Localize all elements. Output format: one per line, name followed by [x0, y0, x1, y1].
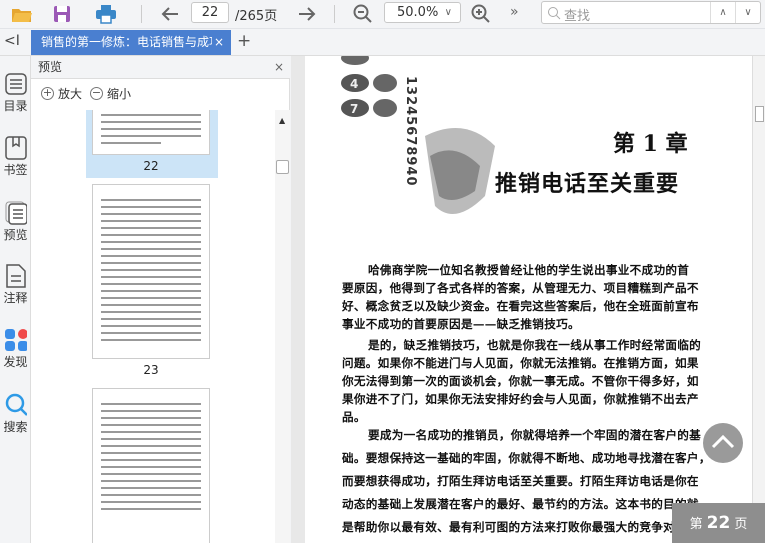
print-icon[interactable]: [94, 3, 118, 25]
rail-label: 书签: [3, 163, 28, 177]
body-line: 好、概念贫乏以及缺少资金。在看完这些答案后，他在全班面前宣布: [342, 299, 699, 313]
zoom-out-icon[interactable]: [351, 3, 375, 25]
zoom-value: 50.0%: [397, 5, 439, 20]
svg-text:13245678940: 13245678940: [403, 76, 418, 187]
page-indicator-prefix: 第: [689, 517, 703, 532]
preview-title: 预览: [38, 60, 63, 74]
svg-text:7: 7: [350, 102, 358, 116]
scrollbar-thumb[interactable]: [755, 106, 764, 122]
rail-item-annotations[interactable]: 注释: [0, 264, 31, 306]
thumbnail-label: 22: [143, 159, 159, 173]
chevron-up-icon: [711, 434, 735, 449]
scrollbar-thumb[interactable]: [276, 160, 289, 174]
list-icon: [4, 72, 27, 96]
body-line: 哈佛商学院一位知名教授曾经让他的学生说出事业不成功的首: [368, 263, 690, 277]
preview-header: 预览 ×: [31, 56, 290, 79]
rail-item-bookmarks[interactable]: 书签: [0, 136, 31, 178]
pages-icon: [5, 201, 27, 225]
search-next-button[interactable]: ∨: [735, 2, 760, 23]
preview-scrollbar[interactable]: ▲: [275, 110, 290, 543]
rail-label: 目录: [3, 99, 28, 113]
more-tools-button[interactable]: »: [510, 4, 519, 20]
search-input[interactable]: 查找 ∧ ∨: [541, 1, 761, 24]
rail-item-search[interactable]: 搜索: [0, 393, 31, 435]
body-line: 问题。如果你不能进门与人见面，你就无法推销。在推销方面，如果: [342, 356, 699, 370]
new-tab-button[interactable]: +: [237, 31, 251, 51]
rail-label: 预览: [3, 228, 28, 242]
thumbnail-label: 23: [143, 363, 159, 377]
chapter-number: 第 1 章: [613, 131, 688, 157]
rail-item-toc[interactable]: 目录: [0, 72, 31, 114]
chapter-title: 推销电话至关重要: [495, 172, 680, 197]
next-page-icon[interactable]: [295, 3, 319, 25]
body-line: 动态的基础上发展潜在客户的最好、最节约的方法。这本书的目的就: [342, 497, 699, 511]
chevron-down-icon: ∨: [444, 7, 452, 18]
thumbnail-page-22[interactable]: [92, 110, 210, 155]
rail-label: 搜索: [3, 420, 28, 434]
body-line: 果你进不了门，如果你无法安排好约会与人见面，你就推销不出去产: [342, 392, 699, 406]
page-indicator-suffix: 页: [734, 517, 748, 532]
search-icon: [548, 7, 561, 20]
document-viewer: 4 7 13245678940 第 1 章 推销电话至关重要 哈佛商学院一位知名…: [291, 56, 765, 543]
page-number-input[interactable]: 22: [191, 2, 229, 23]
body-line: 品。: [342, 410, 366, 424]
rail-item-discover[interactable]: 发现: [0, 328, 31, 370]
page-indicator: 第 22 页: [672, 503, 765, 543]
tab-document[interactable]: 销售的第一修炼：电话销售与成功 ×: [31, 30, 231, 55]
zoom-select[interactable]: 50.0% ∨: [384, 2, 461, 23]
body-line: 础。要想保持这一基础的牢固，你就得不断地、成功地寻找潜在客户，: [342, 451, 711, 465]
note-icon: [5, 264, 27, 288]
rail-label: 注释: [3, 291, 28, 305]
zoom-in-icon[interactable]: +: [41, 87, 54, 100]
page-indicator-number: 22: [706, 513, 731, 533]
side-rail: 目录 书签 预览 注释 发现 搜索: [0, 56, 31, 543]
close-tab-icon[interactable]: ×: [211, 30, 224, 55]
bookmark-icon: [4, 136, 27, 160]
search-prev-button[interactable]: ∧: [710, 2, 735, 23]
zoom-in-icon[interactable]: [469, 3, 493, 25]
body-line: 事业不成功的首要原因是——缺乏推销技巧。: [342, 317, 580, 331]
toolbar: 22 /265页 50.0% ∨ » 查找 ∧ ∨: [0, 0, 765, 29]
tab-bar: <I 销售的第一修炼：电话销售与成功 × +: [0, 30, 765, 56]
prev-page-icon[interactable]: [158, 3, 182, 25]
apps-icon: [4, 328, 27, 352]
open-folder-icon[interactable]: [10, 3, 34, 25]
rail-item-preview[interactable]: 预览: [0, 201, 31, 243]
preview-zoom-controls: + 放大 − 缩小: [41, 85, 131, 102]
body-line: 要成为一名成功的推销员，你就得培养一个牢固的潜在客户的基: [368, 428, 702, 442]
search-icon: [5, 393, 27, 417]
preview-panel: 预览 × + 放大 − 缩小 22 23 ▲: [31, 56, 290, 543]
close-preview-icon[interactable]: ×: [274, 56, 284, 79]
thumbnail-page-23[interactable]: [92, 184, 210, 359]
body-line: 你无法得到第一次的面谈机会，你就一事无成。不管你干得多好，如: [342, 374, 699, 388]
body-line: 要原因，他得到了各式各样的答案，从管理无力、项目糟糕到产品不: [342, 281, 699, 295]
body-line: 而要想获得成功，打陌生拜访电话至关重要。打陌生拜访电话是你在: [342, 474, 699, 488]
rail-label: 发现: [3, 355, 28, 369]
scroll-to-top-button[interactable]: [703, 423, 743, 463]
thumbnail-list: 22 23: [31, 110, 290, 543]
thumbnail-page-24[interactable]: [92, 388, 210, 543]
svg-text:4: 4: [350, 77, 358, 91]
keypad-illustration: 4 7 13245678940: [335, 56, 495, 246]
viewer-scrollbar[interactable]: [752, 56, 765, 543]
preview-zoom-out-button[interactable]: 缩小: [107, 85, 131, 102]
tab-title: 销售的第一修炼：电话销售与成功: [41, 35, 222, 49]
save-icon[interactable]: [50, 3, 74, 25]
zoom-out-icon[interactable]: −: [90, 87, 104, 100]
document-page: 4 7 13245678940 第 1 章 推销电话至关重要 哈佛商学院一位知名…: [305, 56, 753, 543]
page-total: /265页: [235, 9, 278, 24]
body-line: 是的，缺乏推销技巧，也就是你我在一线从事工作时经常面临的: [368, 338, 702, 352]
preview-zoom-in-button[interactable]: 放大: [58, 85, 82, 102]
body-line: 是帮助你以最有效、最有利可图的方法来打败你最强大的竞争对手。: [342, 520, 699, 534]
collapse-sidebar-button[interactable]: <I: [4, 33, 20, 49]
search-placeholder: 查找: [564, 9, 591, 24]
